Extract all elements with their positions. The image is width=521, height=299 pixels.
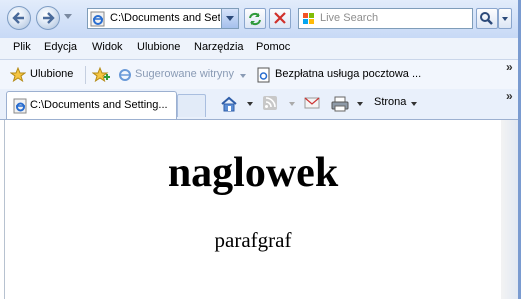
- history-dropdown-icon[interactable]: [64, 14, 72, 19]
- stop-button[interactable]: [269, 8, 291, 29]
- forward-button[interactable]: [36, 6, 60, 30]
- home-icon[interactable]: [220, 95, 238, 113]
- page-content: naglowek parafgraf: [4, 120, 502, 299]
- address-dropdown-button[interactable]: [221, 9, 238, 28]
- magnifier-icon: [480, 12, 493, 25]
- ie-page-icon: [13, 98, 27, 114]
- address-bar[interactable]: C:\Documents and Set: [87, 8, 239, 29]
- forward-arrow-icon: [43, 12, 55, 24]
- refresh-button[interactable]: [244, 8, 266, 29]
- menu-edycja[interactable]: Edycja: [44, 41, 77, 53]
- print-icon[interactable]: [330, 95, 350, 113]
- rss-feed-icon[interactable]: [262, 95, 278, 111]
- menu-plik[interactable]: Plik: [13, 41, 31, 53]
- chevron-down-icon: [502, 17, 508, 21]
- windows-logo-icon: [303, 13, 314, 24]
- ie-suggested-sites-icon: [119, 69, 131, 81]
- command-bar-overflow-icon[interactable]: »: [506, 89, 513, 103]
- search-options-button[interactable]: [498, 8, 512, 29]
- menu-narzedzia[interactable]: Narzędzia: [194, 41, 244, 53]
- menu-pomoc[interactable]: Pomoc: [256, 41, 290, 53]
- favorites-star-icon: [10, 67, 26, 83]
- search-button[interactable]: [476, 8, 498, 29]
- stop-icon: [274, 12, 286, 24]
- page-heading: naglowek: [167, 150, 339, 196]
- free-mail-link[interactable]: Bezpłatna usługa pocztowa ...: [275, 68, 421, 80]
- navigation-bar: C:\Documents and Set Live Search: [0, 0, 521, 39]
- add-favorite-icon[interactable]: [92, 66, 110, 84]
- search-box[interactable]: Live Search: [298, 8, 473, 29]
- page-menu-button[interactable]: Strona: [374, 96, 406, 108]
- home-dropdown-icon[interactable]: [247, 102, 253, 106]
- ie-page-icon: [90, 11, 105, 27]
- separator: [85, 66, 86, 84]
- chevron-down-icon[interactable]: [240, 74, 246, 78]
- page-paragraph: parafgraf: [214, 228, 292, 252]
- address-text: C:\Documents and Set: [110, 12, 220, 24]
- tab-active[interactable]: C:\Documents and Setting...: [6, 91, 177, 119]
- favorites-button[interactable]: Ulubione: [30, 68, 73, 80]
- back-arrow-icon: [12, 12, 24, 24]
- tab-bar: C:\Documents and Setting... Strona »: [0, 89, 521, 120]
- favorites-bar: Ulubione Sugerowane witryny Bezpłatna us…: [0, 60, 521, 90]
- page-dropdown-icon[interactable]: [411, 102, 417, 106]
- suggested-sites-link[interactable]: Sugerowane witryny: [135, 68, 234, 80]
- menu-ulubione[interactable]: Ulubione: [137, 41, 180, 53]
- page-icon: [257, 67, 270, 83]
- feed-dropdown-icon[interactable]: [289, 102, 295, 106]
- print-dropdown-icon[interactable]: [357, 102, 363, 106]
- new-tab-button[interactable]: [177, 94, 206, 117]
- tab-title: C:\Documents and Setting...: [30, 99, 168, 111]
- read-mail-icon[interactable]: [303, 95, 321, 111]
- refresh-icon: [249, 12, 261, 26]
- favorites-overflow-icon[interactable]: »: [506, 60, 513, 74]
- menu-bar: Plik Edycja Widok Ulubione Narzędzia Pom…: [0, 38, 521, 60]
- back-button[interactable]: [7, 6, 31, 30]
- menu-widok[interactable]: Widok: [92, 41, 123, 53]
- search-placeholder: Live Search: [320, 12, 379, 24]
